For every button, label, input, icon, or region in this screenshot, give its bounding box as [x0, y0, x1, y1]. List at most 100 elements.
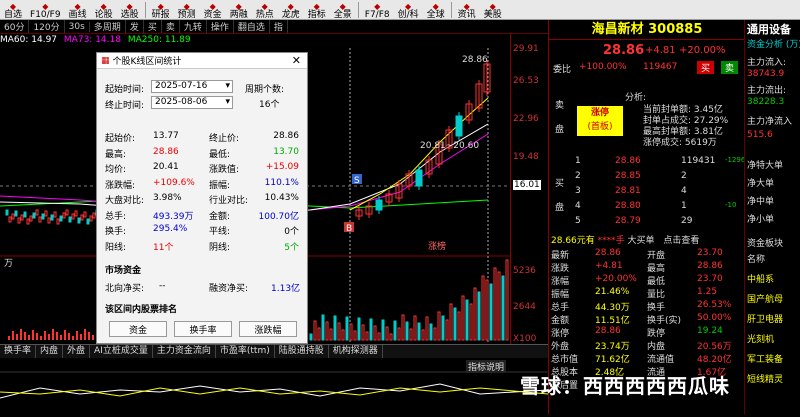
toolbar-button-5[interactable]: ◆ 研报 [148, 0, 174, 20]
concept-item[interactable]: 名称 [747, 252, 765, 265]
toolbar-button-16[interactable]: ◆ 资讯 [454, 0, 480, 20]
toolbar-label: 预测 [177, 9, 196, 20]
rank-capital-button[interactable]: 资金 [109, 321, 167, 337]
wb-val: 119467 [643, 62, 678, 72]
flow-title[interactable]: 资金分析 (万) [747, 37, 800, 50]
start-date-input[interactable]: 2025-07-16 ▾ [151, 80, 233, 93]
quote-cell: 28.86 [595, 248, 621, 258]
period-tab-6[interactable]: 卖 [162, 20, 180, 33]
limit-up-sub: (首板) [587, 122, 613, 132]
chevron-down-icon: ▾ [225, 97, 230, 107]
indicator-tab-6[interactable]: 陆股通持股 [275, 345, 329, 358]
period-tab-10[interactable]: 指 [270, 20, 288, 33]
quote-cell: 总市值 [551, 355, 579, 365]
stat-value: 295.4% [153, 224, 188, 234]
indicator-tab-4[interactable]: 主力资金流向 [153, 345, 216, 358]
margin-label: 融资净买: [209, 284, 249, 294]
period-tab-2[interactable]: 30s [65, 21, 90, 32]
close-icon[interactable]: ✕ [286, 54, 307, 67]
concept-item[interactable]: 国产航母 [747, 292, 783, 305]
start-date-value: 2025-07-16 [155, 81, 208, 91]
toolbar-button-4[interactable]: ◆ 选股 [117, 0, 143, 20]
period-tab-3[interactable]: 多周期 [90, 20, 126, 33]
quote-cell: 内盘 [647, 342, 666, 352]
volume-bar [501, 275, 505, 341]
toolbar-button-3[interactable]: ◆ 论股 [91, 0, 117, 20]
period-tab-0[interactable]: 60分 [0, 20, 30, 33]
stat-label: 大盘对比: [105, 196, 145, 206]
candle [77, 217, 81, 224]
quote-cell: 总手 [551, 303, 570, 313]
period-tab-8[interactable]: 操作 [207, 20, 234, 33]
period-tab-4[interactable]: 发 [126, 20, 144, 33]
toolbar-button-7[interactable]: ◆ 资金 [200, 0, 226, 20]
volume-bar [60, 335, 62, 340]
stat-label: 最低: [209, 149, 231, 160]
toolbar-button-14[interactable]: ◆ 创/科 [394, 0, 423, 20]
concept-item[interactable]: 中船系 [747, 272, 774, 285]
candle [375, 199, 383, 211]
toolbar-label: 创/科 [397, 9, 419, 20]
stat-label: 起始价: [105, 134, 136, 144]
period-tab-9[interactable]: 翻自选 [234, 20, 270, 33]
toolbar-button-9[interactable]: ◆ 热点 [252, 0, 278, 20]
volume-bar [321, 314, 325, 341]
toolbar-button-0[interactable]: ◆ 自选 [0, 0, 26, 20]
toolbar-button-8[interactable]: ◆ 两融 [226, 0, 252, 20]
rank-change-button[interactable]: 涨跌幅 [239, 321, 297, 337]
toolbar-button-6[interactable]: ◆ 预测 [174, 0, 200, 20]
candle [455, 115, 463, 137]
indicator-tab-5[interactable]: 市盈率(ttm) [216, 345, 275, 358]
concept-item[interactable]: 肝卫电器 [747, 312, 783, 325]
sector-title: 通用设备 [747, 23, 791, 36]
axis-label: X100 [513, 334, 537, 344]
concept-item[interactable]: 军工装备 [747, 352, 783, 365]
rank-turnover-button[interactable]: 换手率 [174, 321, 232, 337]
concept-item[interactable]: 短线精灵 [747, 372, 783, 385]
yuan-row: 28.66元有 ****手 大买单 点击查看 [551, 233, 699, 246]
bid-n: 4 [575, 201, 581, 211]
ma250-label: MA250: 11.89 [127, 35, 191, 45]
buy-button[interactable]: 买 [697, 61, 715, 74]
quote-cell: 换手 [647, 303, 666, 313]
quote-cell: 50.00% [697, 313, 732, 323]
concept-item[interactable]: 光刻机 [747, 332, 774, 345]
indicator-tab-1[interactable]: 内盘 [36, 345, 64, 358]
indicator-tab-2[interactable]: 外盘 [63, 345, 91, 358]
volume-bar [28, 335, 30, 340]
indicator-tab-3[interactable]: AI立桩成交量 [90, 345, 153, 358]
volume-bar [477, 291, 481, 341]
toolbar-button-17[interactable]: ◆ 美股 [480, 0, 506, 20]
toolbar-label: 画线 [68, 9, 87, 20]
stat-label: 均价: [105, 165, 127, 175]
volume-bar [72, 336, 74, 340]
toolbar-button-1[interactable]: ◆ F10/F9 [26, 0, 65, 20]
toolbar-button-10[interactable]: ◆ 龙虎 [278, 0, 304, 20]
inflow-label: 主力流入: [747, 58, 787, 68]
toolbar-button-13[interactable]: ◆ F7/F8 [361, 0, 394, 20]
toolbar-label: 龙虎 [281, 9, 300, 20]
period-tab-5[interactable]: 买 [144, 20, 162, 33]
bid-v: 1 [681, 201, 687, 211]
indicator-tab-7[interactable]: 机构探测器 [329, 345, 383, 358]
toolbar-button-15[interactable]: ◆ 全球 [423, 0, 449, 20]
quote-cell: 48.20亿 [697, 355, 732, 365]
toolbar-button-11[interactable]: ◆ 指标 [304, 0, 330, 20]
quote-cell: 19.24 [697, 326, 723, 336]
quote-cell: 涨幅 [551, 277, 570, 287]
indicator-tabs: 换手率 内盘 外盘 AI立桩成交量 主力资金流向 市盈率(ttm) 陆股通持股 机构探测器 [0, 344, 548, 358]
candle [68, 216, 72, 223]
indicator-help[interactable]: 指标说明 [466, 360, 507, 373]
ma73-label: MA73: 14.18 [63, 35, 121, 45]
toolbar-button-12[interactable]: ◆ 全景 [330, 0, 356, 20]
period-tab-1[interactable]: 120分 [29, 20, 65, 33]
toolbar-button-2[interactable]: ◆ 画线 [65, 0, 91, 20]
period-tab-7[interactable]: 九转 [180, 20, 207, 33]
sell-button[interactable]: 卖 [721, 61, 739, 74]
click-view-link[interactable]: 点击查看 [663, 236, 699, 246]
flow-row: 净大单 [747, 179, 775, 189]
stat-label: 涨跌值: [209, 165, 240, 175]
indicator-tab-0[interactable]: 换手率 [0, 345, 37, 358]
volume-bar [20, 329, 22, 340]
end-date-input[interactable]: 2025-08-06 ▾ [151, 96, 233, 109]
